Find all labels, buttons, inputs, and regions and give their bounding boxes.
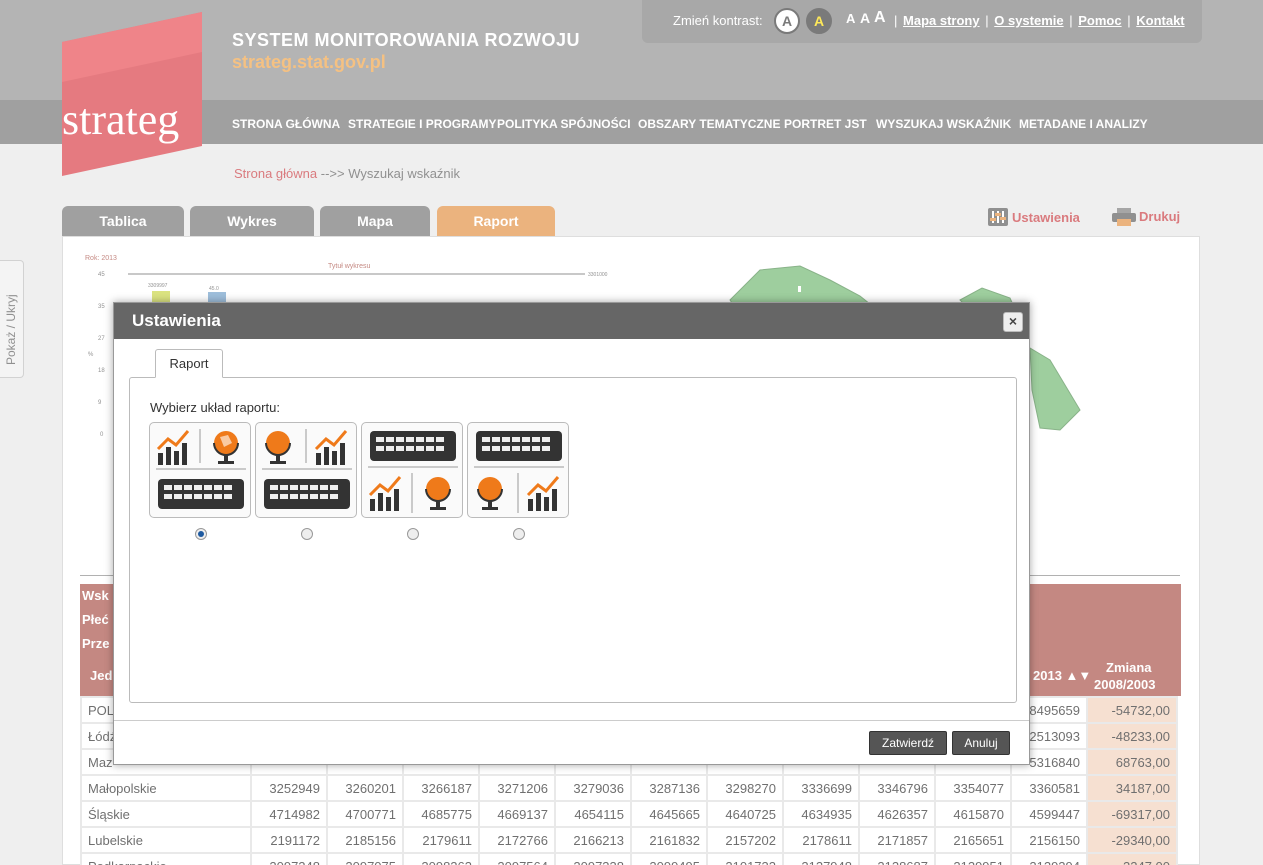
dialog-title: Ustawienia [114, 303, 1029, 339]
globe-icon [213, 431, 239, 464]
globe-icon [265, 431, 291, 464]
tab-report-settings[interactable]: Raport [155, 349, 223, 378]
table-icon [264, 479, 350, 509]
chart-icon [314, 430, 348, 465]
chart-icon [526, 476, 560, 511]
table-icon [476, 431, 562, 461]
layout-radio-4[interactable] [513, 528, 525, 540]
chart-icon [368, 476, 402, 511]
cancel-button[interactable]: Anuluj [952, 731, 1010, 755]
report-settings-panel: Wybierz układ raportu: [129, 377, 1017, 703]
confirm-button[interactable]: Zatwierdź [869, 731, 947, 755]
globe-icon [477, 477, 503, 510]
layout-radio-1[interactable] [195, 528, 207, 540]
layout-radio-2[interactable] [301, 528, 313, 540]
layout-prompt: Wybierz układ raportu: [150, 400, 280, 415]
dialog-footer-divider [114, 720, 1029, 721]
close-icon[interactable]: × [1003, 312, 1023, 332]
layout-option-chart-map-table[interactable] [149, 422, 251, 518]
table-icon [370, 431, 456, 461]
settings-dialog: Ustawienia × Raport Wybierz układ raport… [113, 302, 1030, 765]
layout-radio-3[interactable] [407, 528, 419, 540]
layout-option-table-chart-map[interactable] [361, 422, 463, 518]
layout-option-table-map-chart[interactable] [467, 422, 569, 518]
table-icon [158, 479, 244, 509]
chart-icon [156, 430, 190, 465]
layout-option-map-chart-table[interactable] [255, 422, 357, 518]
globe-icon [425, 477, 451, 510]
